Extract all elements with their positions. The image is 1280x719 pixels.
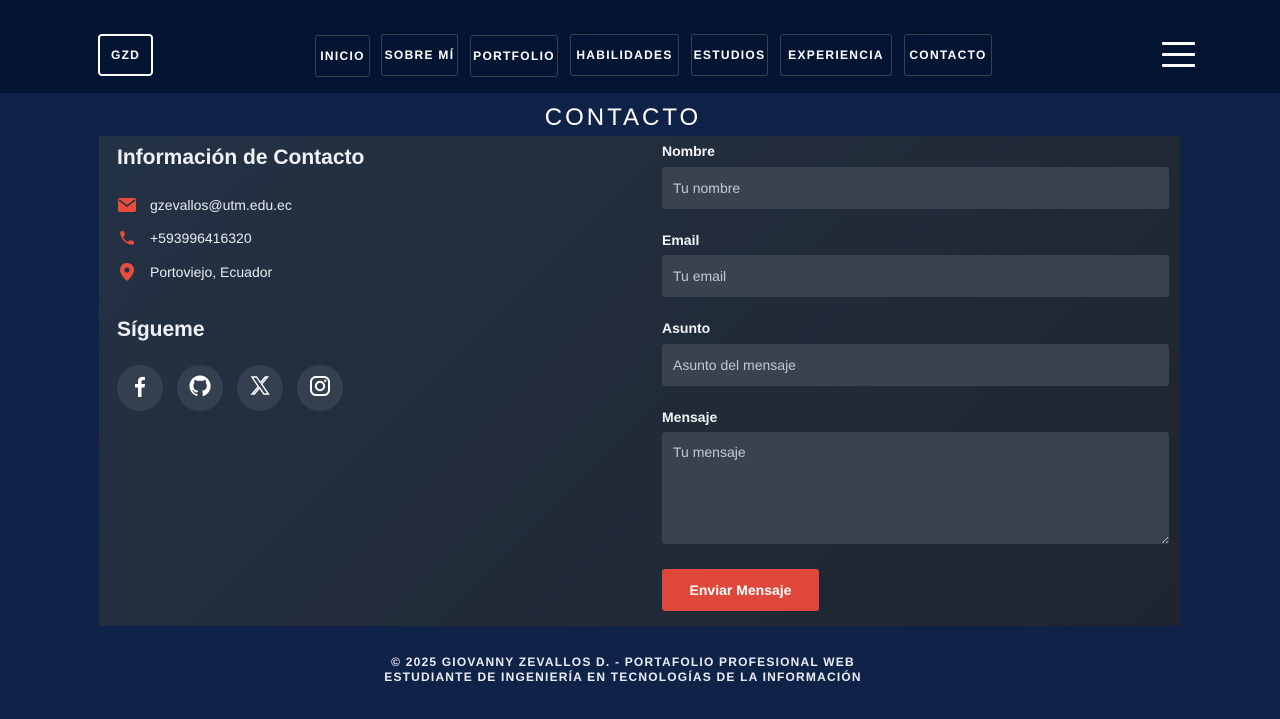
nav-habilidades[interactable]: HABILIDADES — [570, 34, 679, 76]
hamburger-icon[interactable] — [1162, 42, 1195, 67]
email-label: Email — [662, 232, 700, 248]
footer-copyright: © 2025 GIOVANNY ZEVALLOS D. - PORTAFOLIO… — [391, 655, 855, 669]
section-title: CONTACTO — [544, 104, 702, 131]
contact-card: Información de Contacto gzevallos@utm.ed… — [99, 136, 1180, 626]
top-navbar: GZD INICIO SOBRE MÍ PORTFOLIO HABILIDADE… — [0, 0, 1280, 93]
site-logo[interactable]: GZD — [98, 34, 153, 76]
envelope-icon — [117, 195, 137, 215]
contact-phone-text[interactable]: +593996416320 — [150, 230, 252, 246]
subject-input[interactable] — [662, 344, 1169, 386]
footer-subtitle: ESTUDIANTE DE INGENIERÍA EN TECNOLOGÍAS … — [384, 670, 862, 684]
instagram-icon — [309, 375, 331, 402]
facebook-icon — [130, 375, 150, 402]
page-footer: © 2025 GIOVANNY ZEVALLOS D. - PORTAFOLIO… — [0, 655, 1246, 685]
contact-email-text[interactable]: gzevallos@utm.edu.ec — [150, 197, 292, 213]
email-input[interactable] — [662, 255, 1169, 297]
instagram-link[interactable] — [297, 365, 343, 411]
nav-portfolio[interactable]: PORTFOLIO — [470, 35, 558, 77]
nav-inicio[interactable]: INICIO — [315, 35, 370, 77]
contact-location-text: Portoviejo, Ecuador — [150, 264, 273, 280]
contact-location-row: Portoviejo, Ecuador — [117, 262, 272, 282]
x-link[interactable] — [237, 365, 283, 411]
x-icon — [250, 375, 270, 401]
github-icon — [188, 374, 212, 403]
phone-icon — [117, 228, 137, 248]
map-pin-icon — [117, 262, 137, 282]
name-label: Nombre — [662, 143, 715, 159]
name-input[interactable] — [662, 167, 1169, 209]
contact-phone-row: +593996416320 — [117, 228, 252, 248]
subject-label: Asunto — [662, 320, 711, 336]
nav-experiencia[interactable]: EXPERIENCIA — [780, 34, 892, 76]
contact-info-title: Información de Contacto — [117, 146, 365, 169]
send-message-button[interactable]: Enviar Mensaje — [662, 569, 819, 611]
nav-sobre-mi[interactable]: SOBRE MÍ — [381, 34, 458, 76]
facebook-link[interactable] — [117, 365, 163, 411]
github-link[interactable] — [177, 365, 223, 411]
nav-estudios[interactable]: ESTUDIOS — [691, 34, 768, 76]
contact-email-row: gzevallos@utm.edu.ec — [117, 195, 292, 215]
follow-title: Sígueme — [117, 318, 205, 341]
message-label: Mensaje — [662, 409, 718, 425]
message-textarea[interactable] — [662, 432, 1169, 544]
nav-contacto[interactable]: CONTACTO — [904, 34, 992, 76]
